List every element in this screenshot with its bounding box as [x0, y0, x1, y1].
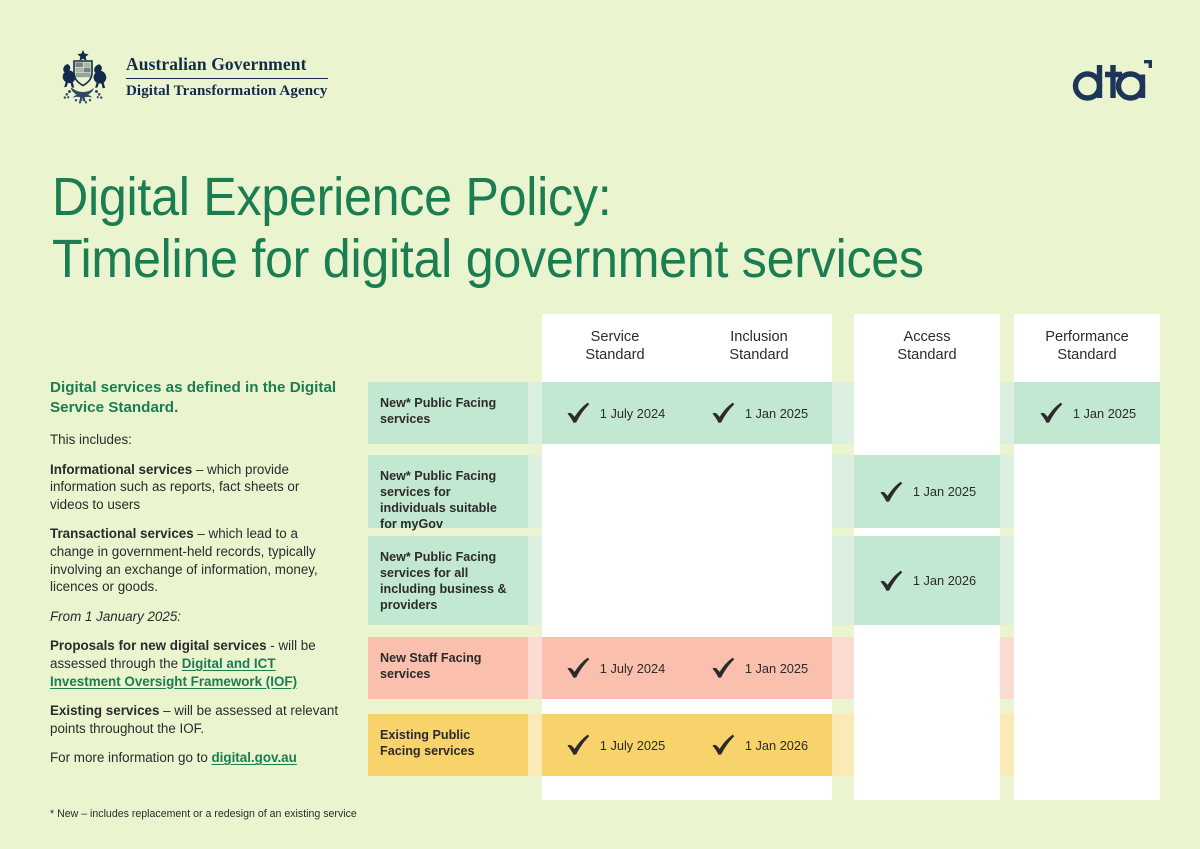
milestone-cell: 1 July 2024 — [542, 637, 688, 699]
transactional-services-label: Transactional services — [50, 526, 194, 542]
check-mark-icon — [880, 481, 903, 502]
milestone-date: 1 Jan 2026 — [912, 573, 977, 588]
check-mark-icon — [880, 570, 903, 591]
check-mark-icon — [1040, 402, 1063, 423]
milestone-date: 1 Jan 2025 — [1072, 405, 1137, 421]
row-label: New* Public Facing services — [368, 382, 528, 444]
column-header-line1: Performance — [1045, 329, 1129, 345]
australian-government-text: Australian Government — [126, 54, 328, 79]
sidebar-heading: Digital services as defined in the Digit… — [50, 379, 337, 416]
column-header-4: Performance Standard — [1014, 314, 1160, 378]
milestone-date: 1 July 2025 — [599, 737, 666, 753]
column-header-line2: Standard — [1057, 347, 1117, 363]
column-header-1: Service Standard — [542, 314, 688, 378]
column-header-3: Access Standard — [854, 314, 1000, 378]
existing-services-paragraph: Existing services – will be assessed at … — [50, 702, 340, 737]
transactional-services-paragraph: Transactional services – which lead to a… — [50, 525, 340, 595]
column-header-2: Inclusion Standard — [686, 314, 832, 378]
from-date-note: From 1 January 2025: — [50, 608, 181, 624]
milestone-cell: 1 Jan 2025 — [686, 382, 832, 444]
milestone-date: 1 Jan 2026 — [744, 737, 809, 753]
proposals-label: Proposals for new digital services — [50, 638, 267, 654]
check-mark-icon — [712, 402, 735, 423]
row-label: New* Public Facing services for individu… — [368, 455, 528, 531]
milestone-cell: 1 Jan 2025 — [854, 455, 1000, 528]
column-header-line1: Service — [590, 329, 640, 345]
milestone-date: 1 July 2024 — [599, 660, 666, 676]
column-header-line2: Standard — [729, 347, 789, 363]
milestone-date: 1 Jan 2025 — [744, 660, 809, 676]
dta-logo-icon — [1072, 60, 1152, 101]
check-mark-icon — [567, 657, 589, 678]
timeline-table: Service Standard Inclusion Standard Access St… — [368, 314, 1160, 800]
check-mark-icon — [712, 657, 735, 678]
milestone-cell: 1 July 2024 — [542, 382, 688, 444]
existing-services-label: Existing services — [50, 703, 160, 719]
australian-government-lockup: Australian Government Digital Transforma… — [52, 48, 328, 106]
title-line-1: Digital Experience Policy: — [52, 167, 612, 227]
proposals-paragraph: Proposals for new digital services - wil… — [50, 637, 340, 690]
page-header: Australian Government Digital Transforma… — [0, 0, 1200, 140]
milestone-cell: 1 July 2025 — [542, 714, 688, 776]
check-mark-icon — [567, 734, 589, 755]
check-mark-icon — [712, 734, 735, 755]
column-header-line2: Standard — [897, 347, 957, 363]
check-mark-icon — [567, 402, 589, 423]
row-label: New Staff Facing services — [368, 637, 528, 699]
digital-gov-au-link[interactable]: digital.gov.au — [212, 750, 297, 765]
row-label: New* Public Facing services for all incl… — [368, 536, 528, 625]
milestone-date: 1 July 2024 — [599, 405, 666, 421]
footnote: * New – includes replacement or a redesi… — [50, 808, 357, 820]
column-header-line2: Standard — [585, 347, 645, 363]
page-title: Digital Experience Policy: Timeline for … — [52, 166, 1002, 290]
sidebar-intro: This includes: — [50, 432, 132, 447]
government-wordmark: Australian Government Digital Transforma… — [126, 54, 328, 100]
column-header-line1: Inclusion — [730, 329, 788, 345]
milestone-cell: 1 Jan 2026 — [686, 714, 832, 776]
title-line-2: Timeline for digital government services — [52, 229, 924, 289]
more-information-paragraph: For more information go to digital.gov.a… — [50, 749, 340, 767]
milestone-date: 1 Jan 2025 — [912, 484, 977, 499]
sidebar: Digital services as defined in the Digit… — [50, 378, 340, 779]
milestone-cell: 1 Jan 2025 — [1014, 382, 1160, 444]
dta-logo — [1072, 56, 1154, 107]
digital-transformation-agency-text: Digital Transformation Agency — [126, 83, 328, 99]
milestone-cell: 1 Jan 2025 — [686, 637, 832, 699]
informational-services-label: Informational services — [50, 461, 193, 477]
more-information-text: For more information go to — [50, 750, 212, 766]
milestone-date: 1 Jan 2025 — [744, 405, 809, 421]
milestone-cell: 1 Jan 2026 — [854, 536, 1000, 625]
australian-coat-of-arms-icon — [62, 50, 107, 104]
informational-services-paragraph: Informational services – which provide i… — [50, 461, 340, 514]
column-header-line1: Access — [903, 329, 951, 345]
row-label: Existing Public Facing services — [368, 714, 528, 776]
